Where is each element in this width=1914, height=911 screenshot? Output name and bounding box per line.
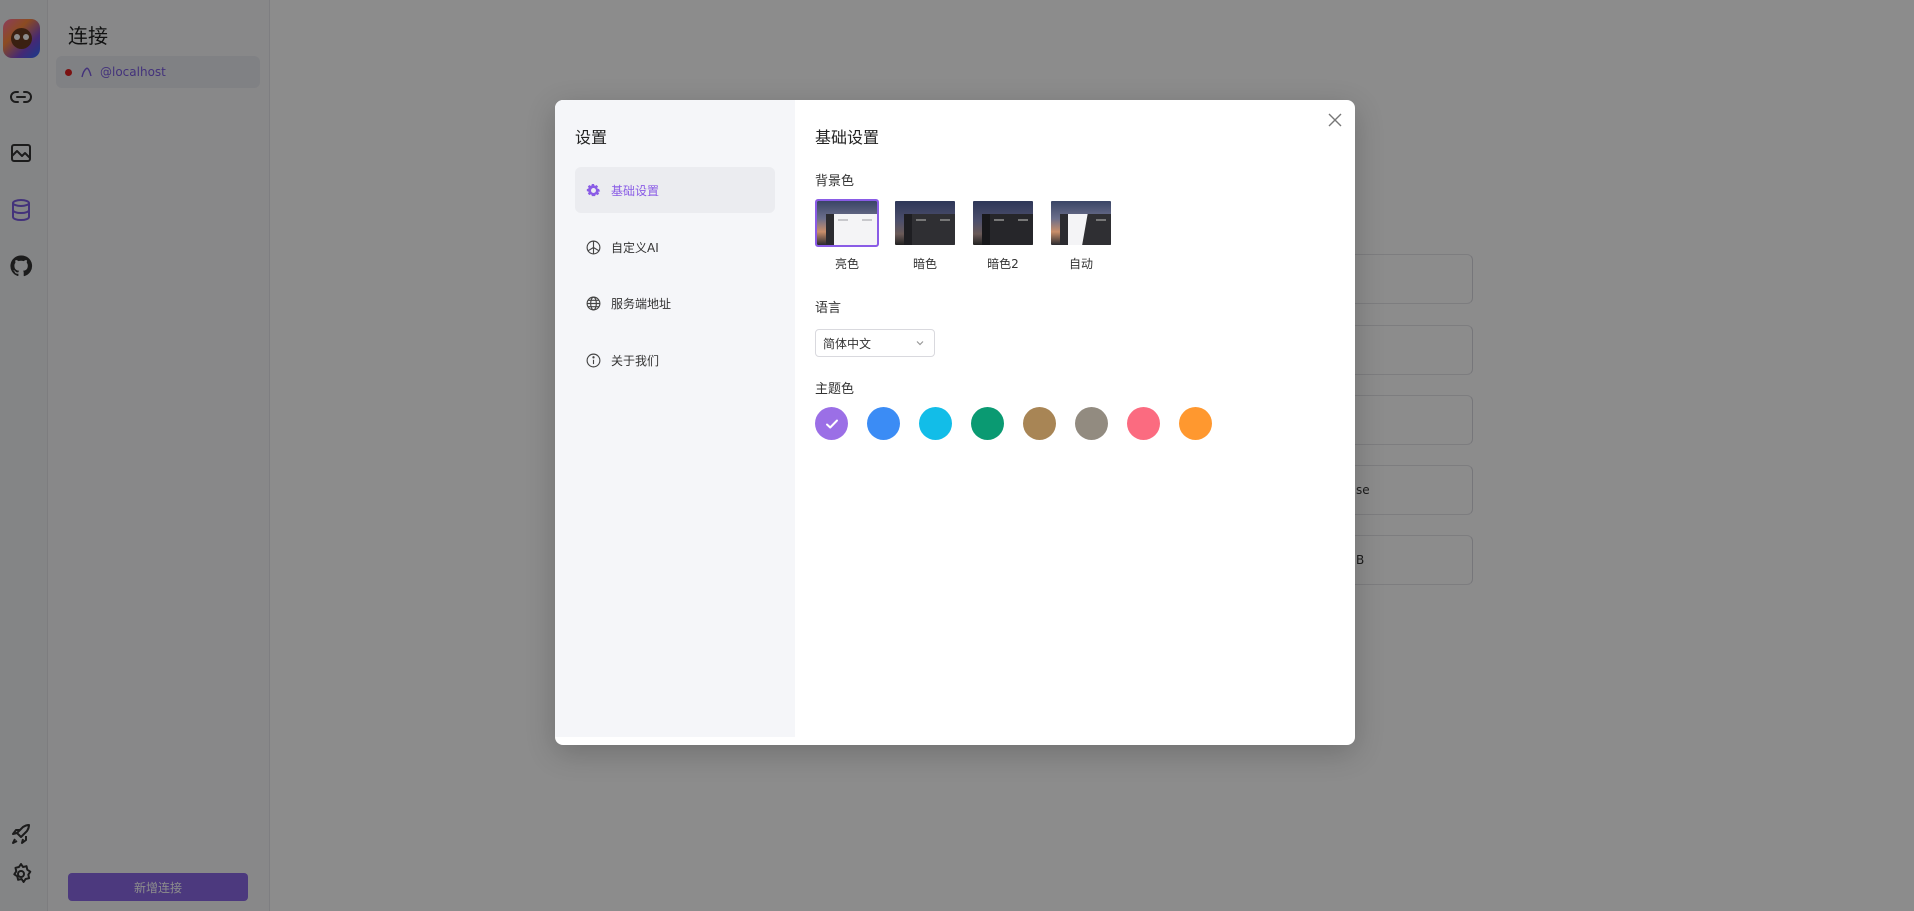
background-color-label: 背景色 bbox=[815, 174, 855, 189]
settings-modal: 设置 基础设置 自定义AI 服务端地址 关于我们 基础设置 背景色 亮色 暗色 … bbox=[555, 100, 1355, 745]
theme-color-label: 主题色 bbox=[815, 382, 855, 397]
background-thumbnail bbox=[1049, 199, 1113, 247]
menu-item-label: 关于我们 bbox=[611, 353, 660, 368]
language-value: 简体中文 bbox=[823, 336, 872, 351]
background-option-light[interactable]: 亮色 bbox=[815, 199, 879, 271]
theme-color-purple[interactable] bbox=[815, 407, 848, 440]
gear-icon bbox=[585, 182, 602, 199]
content-title: 基础设置 bbox=[815, 128, 880, 147]
globe-icon bbox=[585, 295, 602, 312]
background-thumbnail bbox=[815, 199, 879, 247]
language-label: 语言 bbox=[815, 301, 842, 316]
background-option-dark[interactable]: 暗色 bbox=[893, 199, 957, 271]
menu-item-basic-settings[interactable]: 基础设置 bbox=[575, 167, 775, 213]
theme-color-blue[interactable] bbox=[867, 407, 900, 440]
openai-icon bbox=[585, 239, 602, 256]
settings-content: 基础设置 背景色 亮色 暗色 暗色2 自动 语言 简体中文 主题色 bbox=[815, 100, 1355, 745]
modal-title: 设置 bbox=[575, 128, 608, 147]
menu-item-about-us[interactable]: 关于我们 bbox=[575, 337, 775, 383]
menu-item-custom-ai[interactable]: 自定义AI bbox=[575, 224, 775, 270]
background-option-label: 暗色2 bbox=[987, 257, 1019, 271]
background-thumbnail bbox=[893, 199, 957, 247]
theme-color-green[interactable] bbox=[971, 407, 1004, 440]
menu-item-label: 自定义AI bbox=[611, 240, 659, 255]
background-option-dark2[interactable]: 暗色2 bbox=[971, 199, 1035, 271]
background-option-label: 自动 bbox=[1068, 257, 1093, 271]
menu-item-server-address[interactable]: 服务端地址 bbox=[575, 280, 775, 326]
background-option-label: 亮色 bbox=[834, 257, 859, 271]
theme-color-cyan[interactable] bbox=[919, 407, 952, 440]
theme-color-brown[interactable] bbox=[1023, 407, 1056, 440]
background-option-auto[interactable]: 自动 bbox=[1049, 199, 1113, 271]
check-icon bbox=[825, 419, 838, 428]
menu-item-label: 基础设置 bbox=[611, 183, 660, 198]
menu-item-label: 服务端地址 bbox=[611, 296, 672, 311]
info-icon bbox=[585, 352, 602, 369]
theme-color-gray[interactable] bbox=[1075, 407, 1108, 440]
language-select[interactable]: 简体中文 bbox=[815, 329, 935, 357]
background-option-label: 暗色 bbox=[912, 257, 937, 271]
background-thumbnail bbox=[971, 199, 1035, 247]
theme-color-orange[interactable] bbox=[1179, 407, 1212, 440]
theme-color-pink[interactable] bbox=[1127, 407, 1160, 440]
chevron-down-icon bbox=[916, 341, 924, 346]
settings-sidebar: 设置 基础设置 自定义AI 服务端地址 关于我们 bbox=[555, 100, 795, 737]
